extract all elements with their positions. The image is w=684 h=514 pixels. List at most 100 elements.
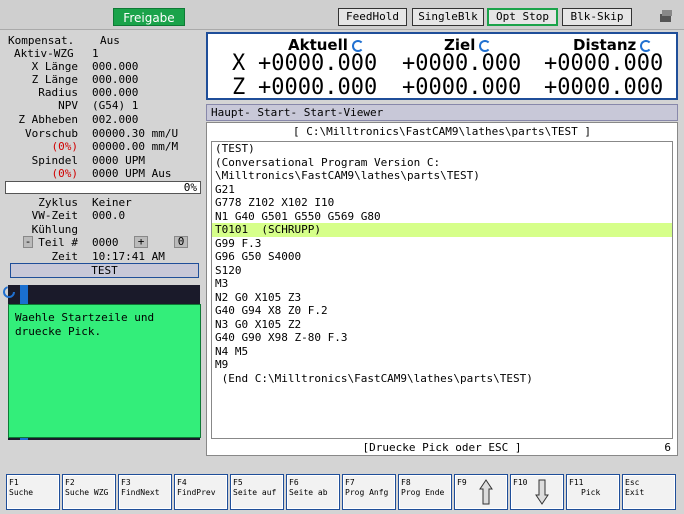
kompensat-value: Aus — [100, 34, 120, 47]
distanz-refresh-icon[interactable] — [640, 39, 653, 52]
zeit-label: Zeit — [51, 250, 79, 263]
freigabe-button[interactable]: Freigabe — [113, 8, 185, 26]
vorschub-label: Vorschub — [25, 127, 78, 140]
fkey-number: F5 — [233, 478, 243, 487]
z-aktuell-value: +0000.000 — [258, 75, 378, 100]
fkey-label: FindPrev — [177, 488, 216, 497]
zeit-value: 10:17:41 AM — [92, 250, 165, 263]
fkey-number: F1 — [9, 478, 19, 487]
function-key-bar: F1 Suche F2 Suche WZG F3 FindNext F4 FindPre… — [0, 470, 684, 514]
fkey-label: Pick — [581, 488, 601, 497]
refresh-icon[interactable] — [2, 285, 16, 299]
code-line[interactable]: N2 G0 X105 Z3 — [212, 291, 672, 305]
program-editor: [ C:\Milltronics\FastCAM9\lathes\parts\T… — [206, 122, 678, 456]
code-line[interactable]: (TEST) — [212, 142, 672, 156]
code-line[interactable]: N4 M5 — [212, 345, 672, 359]
fkey-label: Seite auf — [233, 488, 277, 497]
spindel-percent: (0%) — [51, 167, 79, 180]
vorschub-percent: (0%) — [51, 140, 79, 153]
arrow-down-icon — [535, 479, 549, 505]
blk-skip-button[interactable]: Blk-Skip — [562, 8, 632, 26]
x-distanz-value: +0000.000 — [544, 51, 664, 76]
code-line[interactable]: (End C:\Milltronics\FastCAM9\lathes\part… — [212, 372, 672, 386]
top-bar: Freigabe FeedHold SingleBlk Opt Stop Blk… — [0, 0, 684, 30]
code-line[interactable]: N1 G40 G501 G550 G569 G80 — [212, 210, 672, 224]
aktuell-refresh-icon[interactable] — [351, 39, 364, 52]
x-aktuell-value: +0000.000 — [258, 51, 378, 76]
line-count: 6 — [664, 441, 671, 454]
fkey-label: Seite ab — [289, 488, 328, 497]
z-laenge-label: Z Länge — [31, 73, 78, 86]
singleblk-button[interactable]: SingleBlk — [412, 8, 484, 26]
f1-suche-button[interactable]: F1 Suche — [6, 474, 60, 510]
vw-zeit-value: 000.0 — [92, 209, 126, 222]
f8-prog-ende-button[interactable]: F8 Prog Ende — [398, 474, 452, 510]
z-distanz-value: +0000.000 — [544, 75, 664, 100]
code-line[interactable]: G778 Z102 X102 I10 — [212, 196, 672, 210]
teil-minus-button[interactable]: - — [23, 236, 33, 248]
message-box: Waehle Startzeile und druecke Pick. — [8, 304, 201, 438]
code-line[interactable]: M9 — [212, 358, 672, 372]
code-line[interactable]: (Conversational Program Version C: — [212, 156, 672, 170]
kuehlung-label: Kühlung — [31, 223, 78, 236]
f6-seite-ab-button[interactable]: F6 Seite ab — [286, 474, 340, 510]
code-line[interactable]: G40 G90 X98 Z-80 F.3 — [212, 331, 672, 345]
code-line[interactable]: G21 — [212, 183, 672, 197]
tab-bar[interactable]: Haupt- Start- Start-Viewer — [206, 104, 678, 121]
f9-up-button[interactable]: F9 — [454, 474, 508, 510]
fkey-label: Suche — [9, 488, 34, 497]
f5-seite-auf-button[interactable]: F5 Seite auf — [230, 474, 284, 510]
fkey-number: F8 — [401, 478, 411, 487]
fkey-number: F7 — [345, 478, 355, 487]
code-line[interactable]: M3 — [212, 277, 672, 291]
fkey-number: F2 — [65, 478, 75, 487]
f10-down-button[interactable]: F10 — [510, 474, 564, 510]
f3-findnext-button[interactable]: F3 FindNext — [118, 474, 172, 510]
machine-icon[interactable] — [658, 8, 674, 24]
f7-prog-anfg-button[interactable]: F7 Prog Anfg — [342, 474, 396, 510]
teil-plus-button[interactable]: + — [134, 236, 148, 248]
fkey-label: Exit — [625, 488, 645, 497]
opt-stop-button[interactable]: Opt Stop — [487, 8, 558, 26]
z-abheben-label: Z Abheben — [18, 113, 78, 126]
f2-suche-wzg-button[interactable]: F2 Suche WZG — [62, 474, 116, 510]
x-laenge-label: X Länge — [31, 60, 78, 73]
x-ziel-value: +0000.000 — [402, 51, 522, 76]
progress-percent: 0% — [183, 181, 197, 194]
spindel-label: Spindel — [31, 154, 78, 167]
radius-label: Radius — [38, 86, 78, 99]
vorschub-value-2: 00000.00 mm/M — [92, 140, 179, 153]
spindel-value: 0000 UPM — [92, 154, 145, 167]
npv-value: (G54) 1 — [92, 99, 139, 112]
code-listing[interactable]: (TEST) (Conversational Program Version C… — [211, 141, 673, 439]
code-line-selected[interactable]: T0101 (SCHRUPP) — [212, 223, 672, 237]
feedhold-button[interactable]: FeedHold — [338, 8, 407, 26]
fkey-number: F4 — [177, 478, 187, 487]
fkey-label: Prog Anfg — [345, 488, 389, 497]
f11-pick-button[interactable]: F11 Pick — [566, 474, 620, 510]
z-abheben-value: 002.000 — [92, 113, 139, 126]
x-laenge-value: 000.000 — [92, 60, 139, 73]
code-line[interactable]: S120 — [212, 264, 672, 278]
editor-status: [Druecke Pick oder ESC ] — [362, 441, 522, 454]
code-line[interactable]: G99 F.3 — [212, 237, 672, 251]
teil-count: 0 — [174, 236, 188, 248]
z-ziel-value: +0000.000 — [402, 75, 522, 100]
spindel-value-2: 0000 UPM Aus — [92, 167, 172, 180]
radius-value: 000.000 — [92, 86, 139, 99]
z-axis-label: Z — [232, 75, 246, 100]
zyklus-label: Zyklus — [38, 196, 78, 209]
test-label: TEST — [10, 263, 199, 278]
fkey-number: F3 — [121, 478, 131, 487]
npv-label: NPV — [58, 99, 78, 112]
code-line[interactable]: N3 G0 X105 Z2 — [212, 318, 672, 332]
esc-exit-button[interactable]: Esc Exit — [622, 474, 676, 510]
code-line[interactable]: \Milltronics\FastCAM9\lathes\parts\TEST) — [212, 169, 672, 183]
code-line[interactable]: G96 G50 S4000 — [212, 250, 672, 264]
ziel-refresh-icon[interactable] — [479, 39, 492, 52]
fkey-label: Prog Ende — [401, 488, 445, 497]
teil-value: 0000 — [92, 236, 119, 249]
code-line[interactable]: G40 G94 X8 Z0 F.2 — [212, 304, 672, 318]
program-path: [ C:\Milltronics\FastCAM9\lathes\parts\T… — [292, 125, 591, 138]
f4-findprev-button[interactable]: F4 FindPrev — [174, 474, 228, 510]
